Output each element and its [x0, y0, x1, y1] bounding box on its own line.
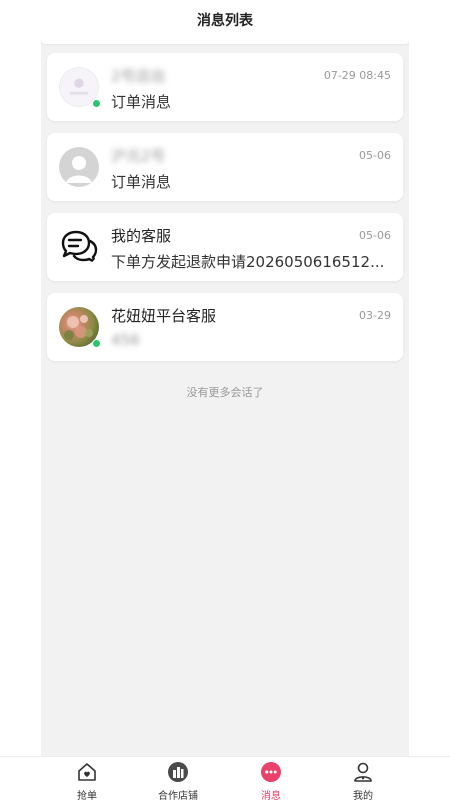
- conversation-preview: 订单消息: [111, 93, 172, 111]
- conversation-preview: 456: [111, 331, 140, 349]
- conversation-name: 沪元2号: [111, 147, 166, 165]
- chat-bubbles-avatar: [59, 227, 99, 267]
- tab-label: 合作店铺: [158, 791, 198, 800]
- conversation-time: 07-29 08:45: [323, 69, 391, 82]
- no-more-conversations-note: 没有更多会话了: [186, 386, 264, 399]
- tab-partner-stores[interactable]: 合作店铺: [143, 761, 213, 800]
- conversation-item[interactable]: 2号店出 07-29 08:45 订单消息: [47, 53, 403, 121]
- conversation-name: 2号店出: [111, 67, 166, 85]
- flower-photo-avatar: [59, 307, 101, 348]
- online-status-dot: [92, 99, 101, 108]
- default-user-icon: [66, 156, 92, 183]
- conversation-preview: 订单消息: [111, 173, 172, 191]
- conversation-name: 我的客服: [111, 227, 172, 245]
- bottom-tab-bar: 抢单 合作店铺 消息 我的: [0, 756, 450, 800]
- shop-logo-avatar: [59, 67, 101, 108]
- conversation-preview: 下单方发起退款申请2026050616512...: [111, 253, 385, 271]
- conversation-time: 05-06: [359, 229, 391, 242]
- conversation-name: 花妞妞平台客服: [111, 307, 217, 325]
- conversation-time: 03-29: [359, 309, 391, 322]
- tab-label: 消息: [261, 791, 281, 800]
- conversation-item[interactable]: 我的客服 05-06 下单方发起退款申请2026050616512...: [47, 213, 403, 281]
- online-status-dot: [92, 339, 101, 348]
- conversation-list[interactable]: 2号店出 07-29 08:45 订单消息 沪元2号 05-06 订单消息 我的…: [41, 40, 409, 756]
- page-title: 消息列表: [197, 13, 253, 29]
- default-user-avatar: [59, 147, 99, 187]
- tab-label: 抢单: [77, 791, 97, 800]
- house-heart-icon: [76, 761, 98, 783]
- message-dots-icon: [260, 761, 282, 783]
- conversation-item[interactable]: 沪元2号 05-06 订单消息: [47, 133, 403, 201]
- message-list-page: 消息列表 2号店出 07-29 08:45 订单消息 沪元2号 05-06 订单…: [0, 0, 450, 800]
- previous-card-edge: [41, 40, 409, 44]
- user-profile-icon: [352, 761, 374, 783]
- tab-grab-order[interactable]: 抢单: [52, 761, 122, 800]
- tab-label: 我的: [353, 791, 373, 800]
- chat-bubbles-icon: [61, 230, 98, 264]
- conversation-time: 05-06: [359, 149, 391, 162]
- conversation-item[interactable]: 花妞妞平台客服 03-29 456: [47, 293, 403, 361]
- store-building-icon: [167, 761, 189, 783]
- top-bar: 消息列表: [0, 0, 450, 40]
- tab-messages[interactable]: 消息: [236, 761, 306, 800]
- tab-mine[interactable]: 我的: [328, 761, 398, 800]
